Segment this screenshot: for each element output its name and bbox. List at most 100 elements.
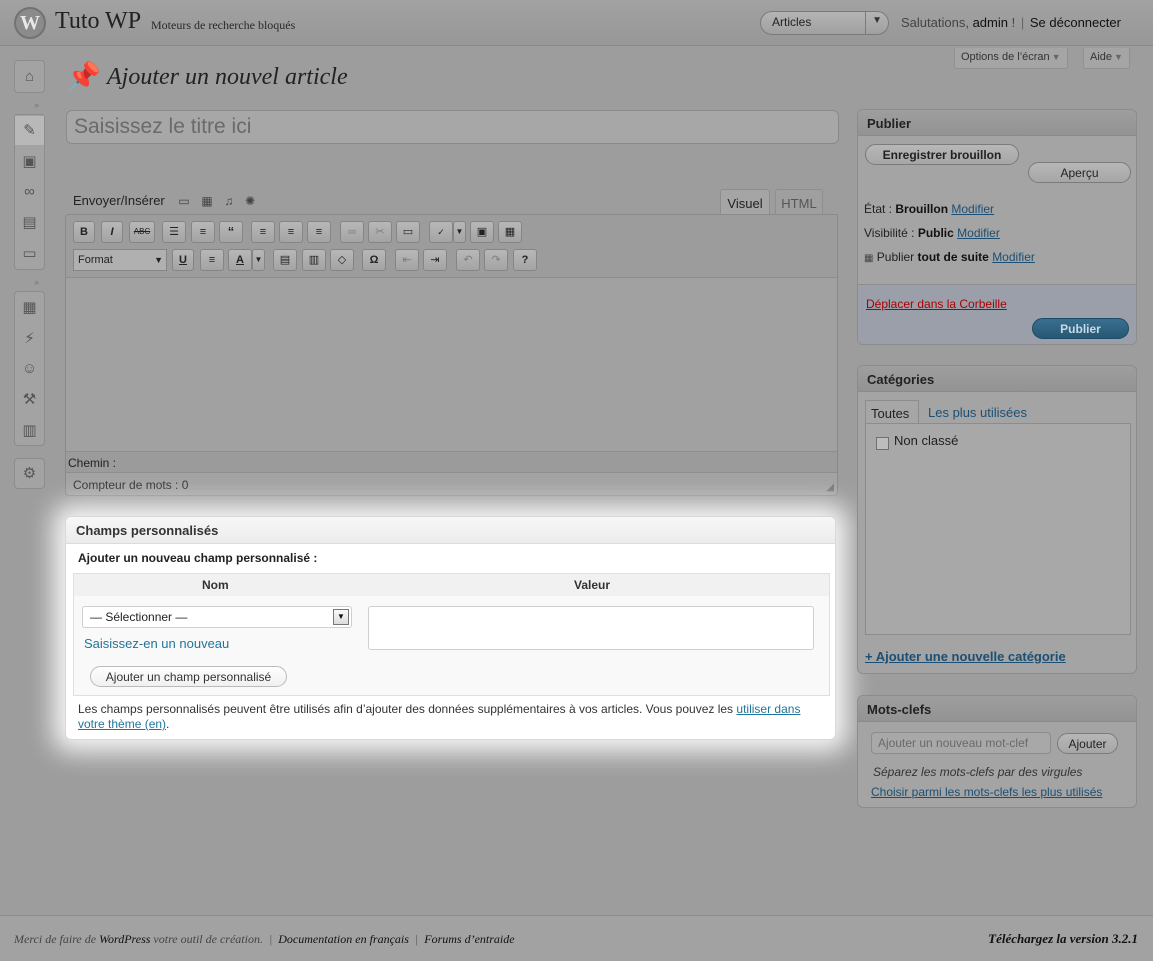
custom-fields-title[interactable]: Champs personnalisés [66,517,835,544]
posts-icon[interactable]: ✎ [15,116,44,145]
text-color-icon[interactable]: A [228,249,252,271]
format-label: Format [78,254,113,266]
bullet-list-icon[interactable]: ☰ [162,221,186,243]
paste-text-icon[interactable]: ▤ [273,249,297,271]
paste-word-icon[interactable]: ▥ [302,249,326,271]
clear-formatting-icon[interactable]: ◇ [330,249,354,271]
align-center-icon[interactable]: ≡ [279,221,303,243]
forums-link[interactable]: Forums d’entraide [424,932,514,946]
indent-icon[interactable]: ⇥ [423,249,447,271]
menu-group-collapse: ⚙ [14,458,45,489]
edit-visibility-link[interactable]: Modifier [957,226,1000,240]
kitchen-sink-icon[interactable]: ▦ [498,221,522,243]
word-count: Compteur de mots : 0 ◢ [66,472,837,495]
edit-status-link[interactable]: Modifier [951,202,994,216]
justify-icon[interactable]: ≡ [200,249,224,271]
media-icon[interactable]: ▣ [15,147,44,176]
collapse-menu-icon[interactable]: ⚙ [15,459,44,488]
preview-button[interactable]: Aperçu [1028,162,1131,183]
tab-all-categories[interactable]: Toutes [865,400,919,423]
bold-icon[interactable]: B [73,221,95,243]
dashboard-icon[interactable]: ⌂ [15,62,44,91]
tab-most-used-categories[interactable]: Les plus utilisées [928,405,1027,420]
spellcheck-dropdown-icon[interactable]: ▼ [453,221,466,243]
outdent-icon[interactable]: ⇤ [395,249,419,271]
link-icon[interactable]: ∞ [340,221,364,243]
enter-new-field-link[interactable]: Saisissez-en un nouveau [84,636,229,651]
wordpress-link[interactable]: WordPress [99,932,150,946]
italic-icon[interactable]: I [101,221,123,243]
media-upload-icon[interactable]: ✺ [245,194,255,208]
documentation-link[interactable]: Documentation en français [278,932,409,946]
tab-html[interactable]: HTML [775,189,823,215]
unlink-icon[interactable]: ✂ [368,221,392,243]
publish-box-title[interactable]: Publier [858,110,1136,136]
add-tag-button[interactable]: Ajouter [1057,733,1118,754]
custom-field-key-select[interactable]: — Sélectionner — ▼ [82,606,352,628]
text-color-dropdown-icon[interactable]: ▼ [252,249,265,271]
special-character-icon[interactable]: Ω [362,249,386,271]
column-header-value: Valeur [574,578,611,592]
plugins-icon[interactable]: ⚡ [15,324,44,353]
post-status-row: État : Brouillon Modifier [864,202,994,216]
custom-field-key-selected: — Sélectionner — [90,610,188,624]
image-upload-icon[interactable]: ▭ [178,194,189,208]
menu-separator-arrow-icon: » [34,100,40,110]
format-select[interactable]: Format ▼ [73,249,167,271]
underline-icon[interactable]: U [172,249,194,271]
admin-footer: Merci de faire de WordPress votre outil … [0,915,1153,961]
page-title: Ajouter un nouvel article [107,64,348,90]
logout-link[interactable]: Se déconnecter [1030,15,1121,30]
favorites-dropdown[interactable]: Articles ▼ [760,11,889,35]
footer-thanks-suffix: votre outil de création. [153,932,263,946]
links-icon[interactable]: ∞ [15,177,44,206]
align-left-icon[interactable]: ≡ [251,221,275,243]
more-tag-icon[interactable]: ▭ [396,221,420,243]
category-label[interactable]: Non classé [894,433,958,448]
tab-visual[interactable]: Visuel [720,189,770,215]
post-title-input[interactable] [66,110,839,144]
settings-icon[interactable]: ▥ [15,416,44,445]
pages-icon[interactable]: ▤ [15,208,44,237]
download-version-link[interactable]: Téléchargez la version 3.2.1 [988,931,1138,947]
users-icon[interactable]: ☺ [15,354,44,383]
site-title[interactable]: Tuto WP [55,8,141,35]
numbered-list-icon[interactable]: ≡ [191,221,215,243]
fullscreen-icon[interactable]: ▣ [470,221,494,243]
edit-schedule-link[interactable]: Modifier [992,250,1035,264]
help-button[interactable]: Aide ▼ [1083,48,1130,69]
tags-box-title[interactable]: Mots-clefs [858,696,1136,722]
publish-button[interactable]: Publier [1032,318,1129,339]
tools-icon[interactable]: ⚒ [15,385,44,414]
resize-handle-icon[interactable]: ◢ [826,482,834,493]
help-icon[interactable]: ? [513,249,537,271]
schedule-value: tout de suite [917,250,989,264]
add-new-category-link[interactable]: + Ajouter une nouvelle catégorie [865,649,1066,664]
custom-field-value-textarea[interactable] [368,606,814,650]
strikethrough-icon[interactable]: ABC [129,221,155,243]
add-custom-field-button[interactable]: Ajouter un champ personnalisé [90,666,287,687]
save-draft-button[interactable]: Enregistrer brouillon [865,144,1019,165]
categories-box: Catégories Toutes Les plus utilisées Non… [857,365,1137,674]
screen-options-button[interactable]: Options de l’écran ▼ [954,48,1068,69]
move-to-trash-link[interactable]: Déplacer dans la Corbeille [866,297,1007,311]
align-right-icon[interactable]: ≡ [307,221,331,243]
category-checkbox[interactable] [876,437,889,450]
redo-icon[interactable]: ↷ [484,249,508,271]
menu-separator-arrow-icon: » [34,277,40,287]
comments-icon[interactable]: ▭ [15,239,44,268]
wordpress-logo-icon[interactable]: W [14,7,46,39]
undo-icon[interactable]: ↶ [456,249,480,271]
blockquote-icon[interactable]: “ [219,221,243,243]
user-name-link[interactable]: admin [973,15,1008,30]
chevron-down-icon: ▼ [872,15,882,26]
appearance-icon[interactable]: ▦ [15,293,44,322]
categories-box-title[interactable]: Catégories [858,366,1136,392]
video-upload-icon[interactable]: ▦ [201,194,212,208]
new-tag-input[interactable] [871,732,1051,754]
choose-popular-tags-link[interactable]: Choisir parmi les mots-clefs les plus ut… [871,785,1102,799]
custom-fields-table: Nom Valeur — Sélectionner — ▼ Saisissez-… [73,573,830,696]
editor-content-area[interactable] [66,278,837,451]
audio-upload-icon[interactable]: ♫ [224,194,233,208]
spellcheck-icon[interactable]: ✓ [429,221,453,243]
